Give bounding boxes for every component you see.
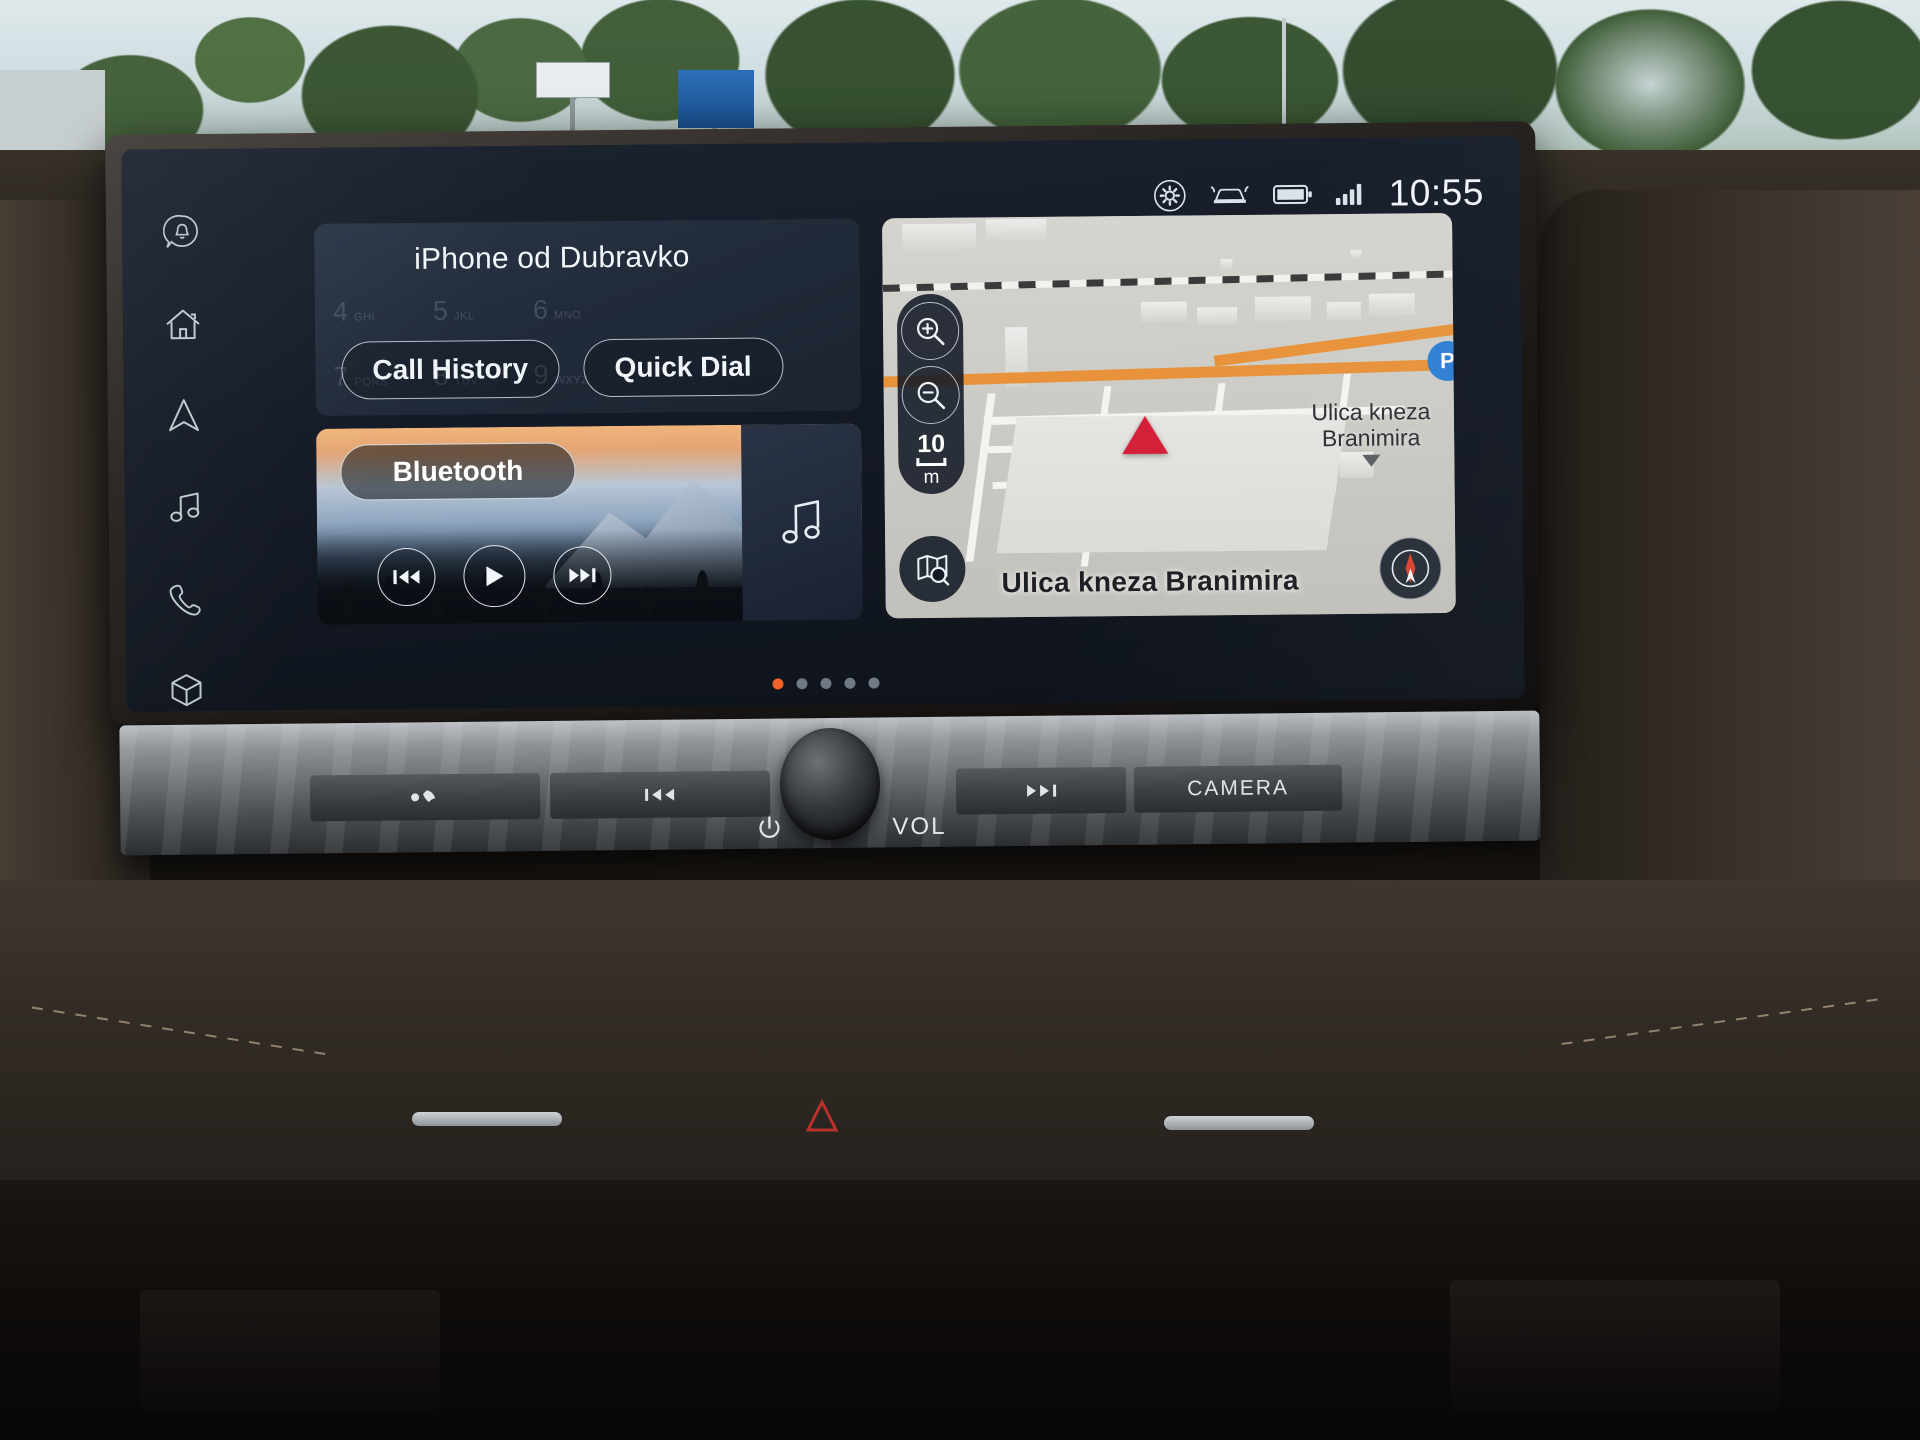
map-scale-unit: m (923, 466, 940, 489)
phone-tile[interactable]: 4 GHI 5 JKL 6 MNO 7 PQRS 8 TUV 9 WXYZ iPhone o… (314, 218, 861, 416)
direction-arrow-icon (1362, 454, 1381, 467)
map-building (902, 223, 977, 251)
map-street-label-main: Ulica kneza Branimira (1001, 564, 1299, 599)
page-indicator[interactable] (772, 677, 880, 690)
roadside-sign-blue (678, 70, 754, 128)
street-side-line2: Branimira (1321, 424, 1421, 451)
volume-knob[interactable] (779, 727, 881, 841)
phone-hardware-button[interactable] (309, 773, 541, 822)
air-vent-left (140, 1290, 440, 1410)
map-compass-button[interactable] (1379, 537, 1442, 600)
map-search-button[interactable] (899, 535, 966, 603)
sidebar-item-apps[interactable] (158, 669, 214, 711)
map-scale-indicator: 10 m (916, 429, 947, 489)
map-building (1350, 249, 1362, 259)
page-dot[interactable] (844, 677, 856, 689)
sidebar-item-navigation[interactable] (156, 394, 212, 436)
previous-track-button[interactable] (377, 547, 436, 607)
dialpad-key: 4 GHI (332, 296, 376, 327)
media-tile[interactable]: Bluetooth (316, 423, 863, 625)
map-search-icon (917, 554, 950, 586)
phone-actions: Call History Quick Dial (341, 337, 784, 400)
map-building (1140, 301, 1188, 322)
dialpad-key: 6 MNO (532, 294, 582, 325)
map-building (986, 218, 1047, 242)
center-console-leather (0, 880, 1920, 1210)
music-note-icon (782, 500, 820, 544)
map-plaza (996, 413, 1347, 554)
street-side-line1: Ulica kneza (1311, 398, 1431, 426)
map-building (1368, 293, 1415, 316)
map-scale-value: 10 (917, 429, 946, 459)
map-street-label-side: Ulica kneza Branimira (1296, 398, 1447, 467)
play-icon (486, 566, 504, 587)
sidebar-item-phone[interactable] (157, 578, 213, 620)
volume-label: VOL (892, 812, 947, 841)
media-source-button[interactable]: Bluetooth (340, 442, 576, 501)
phone-answer-icon (411, 790, 436, 803)
map-tile[interactable]: P 10 m Ulica kneza Branimira Ulica kneza… (882, 212, 1456, 619)
map-building (1220, 259, 1233, 270)
dialpad-key: 5 JKL (432, 295, 475, 326)
album-art-panel (741, 423, 863, 621)
air-vent-right (1450, 1280, 1780, 1410)
skip-back-icon (645, 788, 675, 801)
car-rear-icon (1209, 181, 1251, 209)
console-trim-left (412, 1112, 562, 1126)
media-transport-controls (377, 544, 612, 608)
magnifier-minus-icon (917, 381, 946, 410)
home-tiles: 4 GHI 5 JKL 6 MNO 7 PQRS 8 TUV 9 WXYZ iPhone o… (314, 218, 863, 625)
skip-back-icon (393, 569, 420, 585)
track-previous-hardware-button[interactable] (549, 770, 771, 819)
next-track-button[interactable] (553, 546, 612, 605)
skip-forward-icon (569, 568, 596, 583)
sidebar (122, 199, 247, 712)
camera-hardware-button[interactable]: CAMERA (1133, 764, 1343, 813)
map-building (1254, 296, 1312, 321)
connected-device-name: iPhone od Dubravko (414, 240, 690, 276)
skip-forward-icon (1027, 784, 1057, 797)
play-button[interactable] (463, 544, 526, 608)
zoom-in-button[interactable] (900, 301, 960, 361)
hardware-control-bar: VOL CAMERA (119, 710, 1541, 856)
map-zoom-controls: 10 m (896, 293, 965, 495)
call-history-button[interactable]: Call History (341, 339, 560, 400)
hazard-light-button[interactable] (800, 1096, 844, 1138)
sidebar-item-media[interactable] (157, 486, 213, 528)
map-building (1326, 301, 1362, 321)
zoom-out-button[interactable] (901, 365, 961, 425)
page-dot[interactable] (868, 677, 880, 689)
magnifier-plus-icon (916, 317, 945, 346)
compass-icon (1391, 549, 1430, 588)
sidebar-item-home[interactable] (155, 303, 211, 345)
console-trim-right (1164, 1116, 1314, 1130)
map-building (1196, 307, 1238, 325)
infotainment-screen[interactable]: 10:55 4 GHI 5 JKL 6 MNO 7 PQRS 8 TUV 9 W… (121, 136, 1525, 712)
vehicle-position-marker (1121, 415, 1169, 455)
map-scale-bar (916, 457, 947, 467)
battery-icon (1272, 182, 1313, 206)
status-clock: 10:55 (1388, 171, 1485, 214)
gear-icon[interactable] (1153, 178, 1187, 212)
roadside-sign-white (536, 62, 610, 98)
power-icon[interactable] (756, 815, 782, 848)
page-dot[interactable] (796, 678, 808, 690)
page-dot-active[interactable] (772, 678, 784, 690)
sidebar-item-notifications[interactable] (154, 211, 210, 253)
quick-dial-button[interactable]: Quick Dial (582, 337, 784, 398)
dashboard-right-pad (1540, 190, 1920, 910)
page-dot[interactable] (820, 677, 832, 690)
signal-icon (1335, 181, 1367, 207)
track-next-hardware-button[interactable] (955, 766, 1127, 815)
light-pole (1282, 18, 1286, 138)
